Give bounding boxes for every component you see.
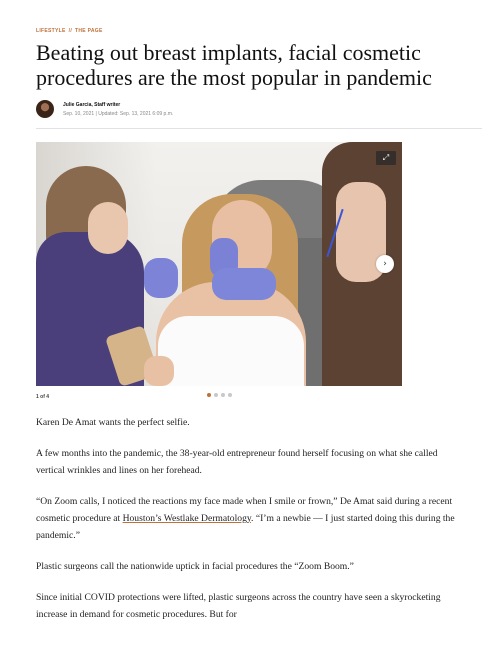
body-paragraph: Karen De Amat wants the perfect selfie.	[36, 417, 190, 428]
expand-button[interactable]: ⤢	[376, 151, 396, 165]
kicker-separator: //	[68, 28, 73, 34]
body-paragraph: Since initial COVID protections were lif…	[36, 592, 441, 620]
kicker-subsection-link[interactable]: THE PAGE	[75, 28, 103, 34]
body-paragraph: Plastic surgeons call the nationwide upt…	[36, 561, 354, 572]
author-avatar[interactable]	[36, 100, 54, 118]
publish-dates: Sep. 10, 2021 | Updated: Sep. 13, 2021 6…	[63, 110, 174, 117]
article-headline: Beating out breast implants, facial cosm…	[36, 40, 432, 90]
gallery-dot-4[interactable]	[228, 393, 232, 397]
byline-text: Julie Garcia, Staff writer Sep. 10, 2021…	[63, 102, 173, 117]
expand-icon: ⤢	[382, 153, 390, 162]
gallery-dot-3[interactable]	[221, 393, 225, 397]
westlake-dermatology-link[interactable]: Houston’s Westlake Dermatology	[123, 513, 251, 524]
photo-hand	[144, 356, 174, 386]
gallery-photo[interactable]: ⤢ ›	[36, 142, 402, 386]
gallery-dot-2[interactable]	[214, 393, 218, 397]
gallery-counter: 1 of 4	[36, 394, 50, 400]
byline: Julie Garcia, Staff writer Sep. 10, 2021…	[36, 96, 173, 122]
photo-glove	[144, 258, 178, 298]
next-slide-button[interactable]: ›	[376, 255, 394, 273]
gallery-dots	[207, 393, 232, 397]
header-divider	[36, 128, 482, 129]
body-paragraph: A few months into the pandemic, the 38-y…	[36, 448, 438, 476]
photo-patient-top	[158, 316, 304, 386]
gallery-dot-1[interactable]	[207, 393, 211, 397]
section-kicker: LIFESTYLE//THE PAGE	[36, 28, 103, 34]
article-body: Karen De Amat wants the perfect selfie. …	[36, 414, 456, 637]
author-name[interactable]: Julie Garcia, Staff writer	[63, 102, 173, 108]
body-paragraph: “On Zoom calls, I noticed the reactions …	[36, 493, 456, 544]
kicker-section-link[interactable]: LIFESTYLE	[36, 28, 66, 34]
chevron-right-icon: ›	[383, 259, 387, 269]
photo-assistant-face	[88, 202, 128, 254]
photo-glove	[212, 268, 276, 300]
